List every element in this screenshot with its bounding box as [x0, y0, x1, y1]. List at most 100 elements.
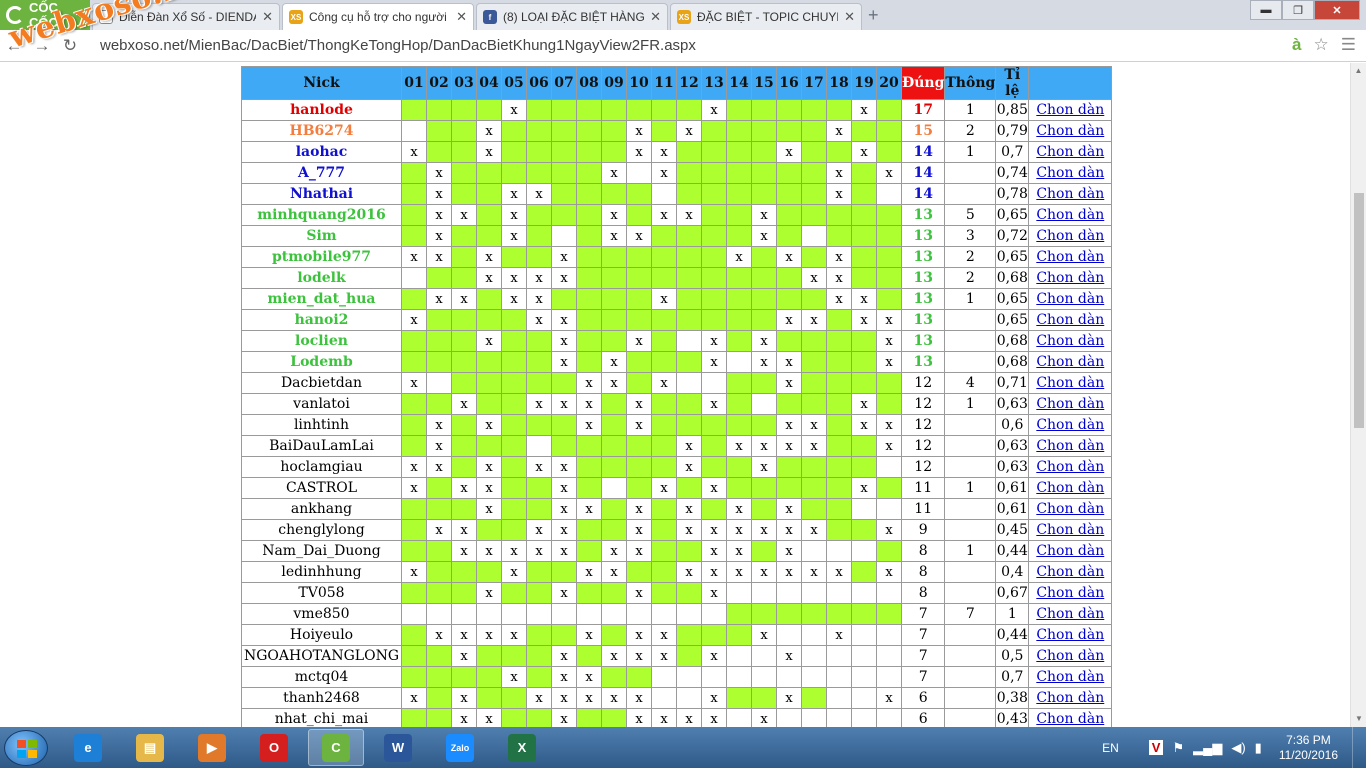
new-tab-icon[interactable]: +: [868, 5, 879, 26]
taskbar-zalo[interactable]: Zalo: [432, 729, 488, 766]
number-cell-x: x: [701, 708, 727, 727]
number-cell: [726, 687, 752, 709]
column-header-number: 16: [776, 66, 802, 100]
number-cell-x: x: [701, 519, 727, 541]
number-cell: [726, 414, 752, 436]
chon-dan-link[interactable]: Chon dàn: [1036, 375, 1104, 391]
chon-dan-link[interactable]: Chon dàn: [1036, 123, 1104, 139]
chon-dan-link[interactable]: Chon dàn: [1036, 543, 1104, 559]
number-cell: [626, 162, 652, 184]
taskbar-excel[interactable]: X: [494, 729, 550, 766]
flag-icon[interactable]: ⚑: [1172, 740, 1184, 756]
menu-icon[interactable]: ☰: [1341, 35, 1356, 55]
number-cell-x: x: [426, 456, 452, 478]
taskbar-internet-explorer[interactable]: e: [60, 729, 116, 766]
close-icon[interactable]: ✕: [844, 9, 855, 25]
language-indicator[interactable]: EN: [1102, 741, 1119, 755]
tab-facebook[interactable]: f (8) LOẠI ĐẶC BIỆT HÀNG N ✕: [476, 3, 668, 30]
chon-dan-link[interactable]: Chon dàn: [1036, 291, 1104, 307]
internet-explorer-icon: e: [74, 733, 102, 762]
chon-dan-link[interactable]: Chon dàn: [1036, 354, 1104, 370]
chon-dan-link[interactable]: Chon dàn: [1036, 165, 1104, 181]
taskbar-media-player[interactable]: ▶: [184, 729, 240, 766]
address-bar[interactable]: webxoso.net/MienBac/DacBiet/ThongKeTongH…: [100, 37, 696, 54]
number-cell: [826, 519, 852, 541]
chon-dan-link[interactable]: Chon dàn: [1036, 564, 1104, 580]
show-desktop-button[interactable]: [1352, 727, 1366, 768]
tab-dac-biet-topic[interactable]: XS ĐẶC BIỆT - TOPIC CHUYÊN ✕: [670, 3, 862, 30]
number-cell: [876, 624, 902, 646]
number-cell: [701, 183, 727, 205]
taskbar-file-explorer[interactable]: ▤: [122, 729, 178, 766]
scroll-up-icon[interactable]: ▲: [1351, 63, 1366, 79]
scrollbar-thumb[interactable]: [1354, 193, 1364, 428]
chon-dan-link[interactable]: Chon dàn: [1036, 627, 1104, 643]
clock[interactable]: 7:36 PM 11/20/2016: [1279, 733, 1338, 763]
start-button[interactable]: [4, 730, 48, 766]
number-cell: [851, 645, 877, 667]
unikey-icon[interactable]: V: [1148, 740, 1164, 755]
chon-dan-link[interactable]: Chon dàn: [1036, 606, 1104, 622]
taskbar-word[interactable]: W: [370, 729, 426, 766]
chon-dan-link[interactable]: Chon dàn: [1036, 669, 1104, 685]
chon-dan-link[interactable]: Chon dàn: [1036, 522, 1104, 538]
number-cell: [401, 624, 427, 646]
number-cell: [501, 498, 527, 520]
chon-dan-link[interactable]: Chon dàn: [1036, 480, 1104, 496]
chon-dan-link[interactable]: Chon dàn: [1036, 459, 1104, 475]
thong-cell: 7: [944, 603, 997, 625]
tab-cong-cu[interactable]: XS Công cụ hỗ trợ cho người ✕: [282, 3, 474, 30]
number-cell: [726, 624, 752, 646]
number-cell-x: x: [851, 393, 877, 415]
battery-icon[interactable]: ▮: [1255, 740, 1262, 756]
chon-dan-link[interactable]: Chon dàn: [1036, 396, 1104, 412]
chon-dan-link[interactable]: Chon dàn: [1036, 207, 1104, 223]
number-cell-x: x: [826, 561, 852, 583]
chon-dan-link[interactable]: Chon dàn: [1036, 186, 1104, 202]
close-icon[interactable]: ✕: [262, 9, 273, 25]
chon-dan-link[interactable]: Chon dàn: [1036, 711, 1104, 727]
number-cell: [626, 351, 652, 373]
chon-dan-link[interactable]: Chon dàn: [1036, 417, 1104, 433]
chon-dan-link[interactable]: Chon dàn: [1036, 228, 1104, 244]
chon-dan-link[interactable]: Chon dàn: [1036, 312, 1104, 328]
vertical-scrollbar[interactable]: ▲ ▼: [1350, 63, 1366, 727]
number-cell-x: x: [826, 267, 852, 289]
bookmark-star-icon[interactable]: ☆: [1314, 35, 1329, 55]
taskbar-opera[interactable]: O: [246, 729, 302, 766]
taskbar-coccoc-browser[interactable]: C: [308, 729, 364, 766]
close-icon[interactable]: ✕: [650, 9, 661, 25]
chon-dan-link[interactable]: Chon dàn: [1036, 270, 1104, 286]
minimize-icon[interactable]: ▬: [1250, 0, 1282, 20]
chon-dan-link[interactable]: Chon dàn: [1036, 648, 1104, 664]
chon-dan-link[interactable]: Chon dàn: [1036, 501, 1104, 517]
thong-cell: [944, 645, 997, 667]
number-cell: [751, 666, 777, 688]
chon-dan-link[interactable]: Chon dàn: [1036, 333, 1104, 349]
number-cell: [726, 477, 752, 499]
column-header-number: 13: [701, 66, 727, 100]
thong-cell: [944, 687, 997, 709]
chon-dan-link[interactable]: Chon dàn: [1036, 144, 1104, 160]
chon-dan-link[interactable]: Chon dàn: [1036, 585, 1104, 601]
chon-cell: Chon dàn: [1028, 540, 1113, 562]
translate-icon[interactable]: à: [1292, 35, 1301, 55]
number-cell-x: x: [751, 456, 777, 478]
network-icon[interactable]: ▂▄▆: [1193, 740, 1222, 756]
chon-dan-link[interactable]: Chon dàn: [1036, 690, 1104, 706]
close-window-icon[interactable]: ✕: [1314, 0, 1360, 20]
chon-dan-link[interactable]: Chon dàn: [1036, 102, 1104, 118]
chon-dan-link[interactable]: Chon dàn: [1036, 438, 1104, 454]
dung-cell: 14: [900, 183, 946, 205]
table-row: loclien x x x x x x 13 0,68 Chon dàn: [241, 330, 1113, 352]
chon-dan-link[interactable]: Chon dàn: [1036, 249, 1104, 265]
table-row: thanh2468 x x x x x x x x x x 6 0,38 Chon dàn: [241, 687, 1113, 709]
close-icon[interactable]: ✕: [456, 9, 467, 25]
table-row: Dacbietdan x x x x x 12 4 0,71 Chon dàn: [241, 372, 1113, 394]
number-cell-x: x: [551, 393, 577, 415]
volume-icon[interactable]: ◀): [1231, 740, 1245, 756]
maximize-icon[interactable]: ❐: [1282, 0, 1314, 20]
scroll-down-icon[interactable]: ▼: [1351, 711, 1366, 727]
column-header-nick: Nick: [241, 66, 402, 100]
number-cell: [576, 225, 602, 247]
